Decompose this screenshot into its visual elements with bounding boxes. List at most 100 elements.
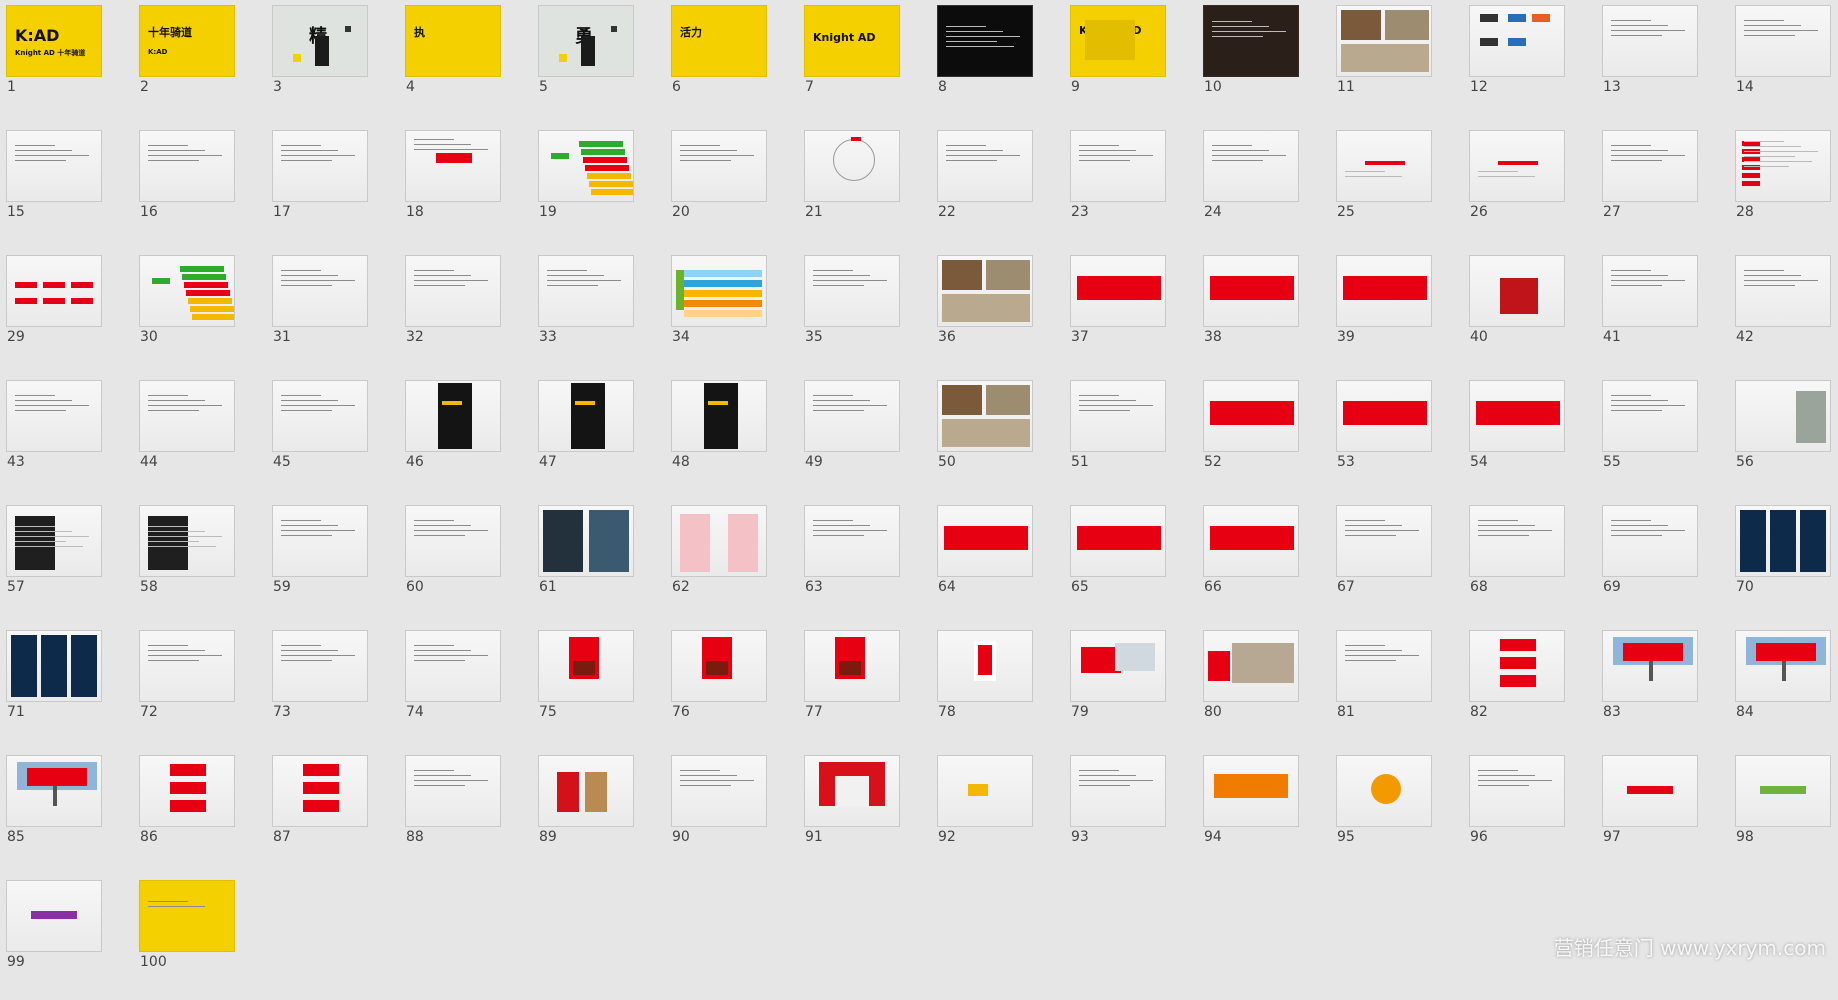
- slide-thumbnail-63[interactable]: [804, 505, 900, 577]
- slide-thumbnail-36[interactable]: [937, 255, 1033, 327]
- slide-thumbnail-27[interactable]: [1602, 130, 1698, 202]
- slide-thumbnail-68[interactable]: [1469, 505, 1565, 577]
- slide-thumbnail-1[interactable]: K:AD Knight AD 十年骑道: [6, 5, 102, 77]
- slide-thumbnail-17[interactable]: [272, 130, 368, 202]
- slide-thumbnail-88[interactable]: [405, 755, 501, 827]
- slide-thumbnail-5[interactable]: 勇: [538, 5, 634, 77]
- slide-thumbnail-42[interactable]: [1735, 255, 1831, 327]
- slide-thumbnail-62[interactable]: [671, 505, 767, 577]
- slide-thumbnail-15[interactable]: [6, 130, 102, 202]
- slide-thumbnail-84[interactable]: [1735, 630, 1831, 702]
- slide-thumbnail-37[interactable]: [1070, 255, 1166, 327]
- slide-thumbnail-20[interactable]: [671, 130, 767, 202]
- slide-thumbnail-66[interactable]: [1203, 505, 1299, 577]
- slide-thumbnail-69[interactable]: [1602, 505, 1698, 577]
- slide-thumbnail-16[interactable]: [139, 130, 235, 202]
- slide-thumbnail-70[interactable]: [1735, 505, 1831, 577]
- slide-thumbnail-54[interactable]: [1469, 380, 1565, 452]
- slide-thumbnail-72[interactable]: [139, 630, 235, 702]
- slide-thumbnail-92[interactable]: [937, 755, 1033, 827]
- slide-thumbnail-91[interactable]: [804, 755, 900, 827]
- slide-thumbnail-85[interactable]: [6, 755, 102, 827]
- slide-thumbnail-95[interactable]: [1336, 755, 1432, 827]
- slide-thumbnail-81[interactable]: [1336, 630, 1432, 702]
- slide-thumbnail-8[interactable]: [937, 5, 1033, 77]
- slide-thumbnail-40[interactable]: [1469, 255, 1565, 327]
- slide-thumbnail-53[interactable]: [1336, 380, 1432, 452]
- slide-thumbnail-4[interactable]: 执: [405, 5, 501, 77]
- slide-thumbnail-39[interactable]: [1336, 255, 1432, 327]
- slide-thumbnail-24[interactable]: [1203, 130, 1299, 202]
- slide-thumbnail-50[interactable]: [937, 380, 1033, 452]
- slide-thumbnail-10[interactable]: [1203, 5, 1299, 77]
- slide-thumbnail-33[interactable]: [538, 255, 634, 327]
- slide-thumbnail-9[interactable]: Knight AD: [1070, 5, 1166, 77]
- slide-thumbnail-74[interactable]: [405, 630, 501, 702]
- slide-thumbnail-18[interactable]: [405, 130, 501, 202]
- slide-thumbnail-99[interactable]: [6, 880, 102, 952]
- slide-thumbnail-28[interactable]: [1735, 130, 1831, 202]
- slide-thumbnail-48[interactable]: [671, 380, 767, 452]
- slide-thumbnail-55[interactable]: [1602, 380, 1698, 452]
- slide-thumbnail-34[interactable]: [671, 255, 767, 327]
- slide-thumbnail-14[interactable]: [1735, 5, 1831, 77]
- slide-thumbnail-32[interactable]: [405, 255, 501, 327]
- slide-thumbnail-78[interactable]: [937, 630, 1033, 702]
- slide-thumbnail-52[interactable]: [1203, 380, 1299, 452]
- slide-thumbnail-96[interactable]: [1469, 755, 1565, 827]
- slide-thumbnail-21[interactable]: [804, 130, 900, 202]
- slide-thumbnail-38[interactable]: [1203, 255, 1299, 327]
- slide-thumbnail-45[interactable]: [272, 380, 368, 452]
- slide-thumbnail-71[interactable]: [6, 630, 102, 702]
- slide-thumbnail-47[interactable]: [538, 380, 634, 452]
- slide-thumbnail-3[interactable]: 精: [272, 5, 368, 77]
- slide-thumbnail-22[interactable]: [937, 130, 1033, 202]
- slide-thumbnail-29[interactable]: [6, 255, 102, 327]
- slide-thumbnail-90[interactable]: [671, 755, 767, 827]
- slide-thumbnail-75[interactable]: [538, 630, 634, 702]
- slide-thumbnail-44[interactable]: [139, 380, 235, 452]
- slide-thumbnail-19[interactable]: [538, 130, 634, 202]
- slide-thumbnail-79[interactable]: [1070, 630, 1166, 702]
- slide-thumbnail-76[interactable]: [671, 630, 767, 702]
- slide-thumbnail-31[interactable]: [272, 255, 368, 327]
- slide-thumbnail-13[interactable]: [1602, 5, 1698, 77]
- slide-thumbnail-97[interactable]: [1602, 755, 1698, 827]
- slide-thumbnail-80[interactable]: [1203, 630, 1299, 702]
- slide-thumbnail-73[interactable]: [272, 630, 368, 702]
- slide-thumbnail-41[interactable]: [1602, 255, 1698, 327]
- slide-thumbnail-43[interactable]: [6, 380, 102, 452]
- slide-thumbnail-100[interactable]: [139, 880, 235, 952]
- slide-thumbnail-6[interactable]: 活力: [671, 5, 767, 77]
- slide-thumbnail-25[interactable]: [1336, 130, 1432, 202]
- slide-thumbnail-23[interactable]: [1070, 130, 1166, 202]
- slide-thumbnail-59[interactable]: [272, 505, 368, 577]
- slide-thumbnail-30[interactable]: [139, 255, 235, 327]
- slide-thumbnail-64[interactable]: [937, 505, 1033, 577]
- slide-thumbnail-98[interactable]: [1735, 755, 1831, 827]
- slide-thumbnail-61[interactable]: [538, 505, 634, 577]
- slide-thumbnail-87[interactable]: [272, 755, 368, 827]
- slide-thumbnail-65[interactable]: [1070, 505, 1166, 577]
- slide-thumbnail-56[interactable]: [1735, 380, 1831, 452]
- slide-thumbnail-58[interactable]: [139, 505, 235, 577]
- slide-thumbnail-86[interactable]: [139, 755, 235, 827]
- slide-thumbnail-89[interactable]: [538, 755, 634, 827]
- slide-thumbnail-46[interactable]: [405, 380, 501, 452]
- slide-thumbnail-93[interactable]: [1070, 755, 1166, 827]
- slide-thumbnail-2[interactable]: 十年骑道 K:AD: [139, 5, 235, 77]
- slide-thumbnail-7[interactable]: Knight AD: [804, 5, 900, 77]
- slide-thumbnail-51[interactable]: [1070, 380, 1166, 452]
- slide-thumbnail-12[interactable]: [1469, 5, 1565, 77]
- slide-thumbnail-94[interactable]: 橙子熟透了！: [1203, 755, 1299, 827]
- slide-thumbnail-49[interactable]: [804, 380, 900, 452]
- slide-thumbnail-26[interactable]: [1469, 130, 1565, 202]
- slide-thumbnail-11[interactable]: [1336, 5, 1432, 77]
- slide-thumbnail-57[interactable]: [6, 505, 102, 577]
- slide-thumbnail-60[interactable]: [405, 505, 501, 577]
- slide-thumbnail-77[interactable]: [804, 630, 900, 702]
- slide-thumbnail-83[interactable]: [1602, 630, 1698, 702]
- slide-thumbnail-82[interactable]: [1469, 630, 1565, 702]
- slide-thumbnail-35[interactable]: [804, 255, 900, 327]
- slide-thumbnail-67[interactable]: [1336, 505, 1432, 577]
